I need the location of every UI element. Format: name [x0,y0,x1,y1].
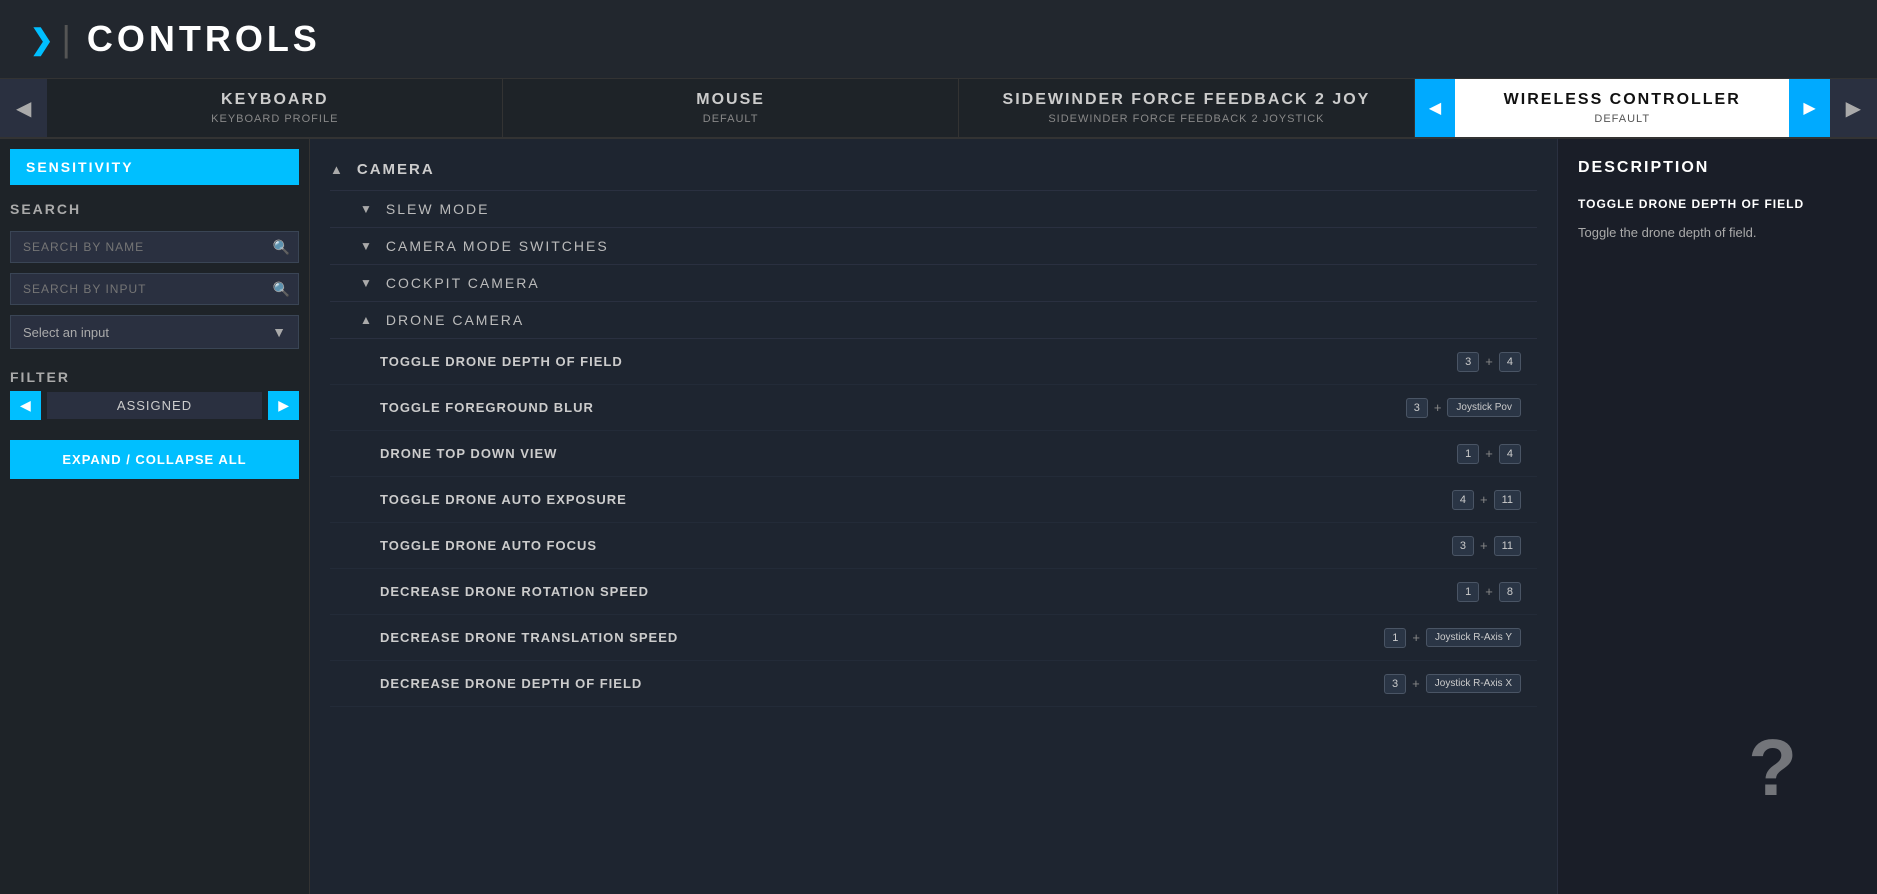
filter-prev-button[interactable]: ◀ [10,391,41,420]
key-badge-8: 8 [1499,582,1521,602]
binding-decrease-drone-dof: 3 + Joystick R-Axis X [1384,674,1521,694]
filter-nav: ◀ ASSIGNED ▶ [10,391,299,420]
tab-sidewinder[interactable]: SIDEWINDER FORCE FEEDBACK 2 JOY SIDEWIND… [959,79,1415,137]
plus-sign-3: + [1485,446,1493,461]
control-toggle-drone-auto-exposure[interactable]: TOGGLE DRONE AUTO EXPOSURE 4 + 11 [330,477,1537,523]
key-badge-3: 3 [1457,352,1479,372]
key-badge-joystick-pov: Joystick Pov [1447,398,1521,417]
binding-drone-auto-focus: 3 + 11 [1452,536,1521,556]
category-camera[interactable]: ▲ CAMERA [330,149,1537,191]
center-panel: ▲ CAMERA ▼ SLEW MODE ▼ CAMERA MODE SWITC… [310,139,1557,894]
description-text: Toggle the drone depth of field. [1578,223,1857,243]
key-badge-4c: 4 [1452,490,1474,510]
key-badge-joystick-r-axis-y: Joystick R-Axis Y [1426,628,1521,647]
search-by-input-row: 🔍 [10,273,299,305]
search-by-input-input[interactable] [19,274,273,304]
main-content: SENSITIVITY SEARCH 🔍 🔍 Select an input ▼… [0,139,1877,894]
binding-toggle-foreground-blur: 3 + Joystick Pov [1406,398,1521,418]
plus-sign-5: + [1480,538,1488,553]
filter-next-button[interactable]: ▶ [268,391,299,420]
slew-label: SLEW MODE [386,201,490,217]
control-toggle-foreground-blur[interactable]: TOGGLE FOREGROUND BLUR 3 + Joystick Pov [330,385,1537,431]
plus-sign-4: + [1480,492,1488,507]
description-action-name: TOGGLE DRONE DEPTH OF FIELD [1578,197,1857,211]
slew-toggle-icon: ▼ [360,202,372,216]
question-mark-icon: ? [1748,722,1797,814]
sidebar: SENSITIVITY SEARCH 🔍 🔍 Select an input ▼… [0,139,310,894]
control-decrease-drone-translation[interactable]: DECREASE DRONE TRANSLATION SPEED 1 + Joy… [330,615,1537,661]
cockpit-toggle-icon: ▼ [360,276,372,290]
plus-sign-2: + [1434,400,1442,415]
description-title: DESCRIPTION [1578,159,1857,177]
key-badge-3c: 3 [1452,536,1474,556]
key-badge-4: 4 [1499,352,1521,372]
page-title: CONTROLS [87,18,321,60]
tab-next-button[interactable]: ▶ [1830,79,1877,137]
search-section-label: SEARCH [10,201,299,217]
control-decrease-drone-rotation[interactable]: DECREASE DRONE ROTATION SPEED 1 + 8 [330,569,1537,615]
binding-drone-auto-exposure: 4 + 11 [1452,490,1521,510]
search-by-name-row: 🔍 [10,231,299,263]
key-badge-1c: 1 [1384,628,1406,648]
key-badge-3b: 3 [1406,398,1428,418]
key-badge-11b: 11 [1494,536,1521,556]
drone-toggle-icon: ▲ [360,313,372,327]
search-by-input-icon[interactable]: 🔍 [273,281,290,298]
select-input-arrow-icon: ▼ [272,324,286,340]
tab-wireless-prev-button[interactable]: ◀ [1415,79,1455,137]
tab-wireless[interactable]: WIRELESS CONTROLLER DEFAULT [1455,79,1789,137]
key-badge-11: 11 [1494,490,1521,510]
header-chevron-icon: ❯ [30,23,53,56]
subcategory-drone-camera[interactable]: ▲ DRONE CAMERA [330,302,1537,339]
plus-sign-6: + [1485,584,1493,599]
binding-decrease-drone-rotation: 1 + 8 [1457,582,1521,602]
plus-sign: + [1485,354,1493,369]
filter-section: FILTER ◀ ASSIGNED ▶ [10,363,299,420]
camera-label: CAMERA [357,161,435,178]
control-drone-top-down[interactable]: DRONE TOP DOWN VIEW 1 + 4 [330,431,1537,477]
select-input-label: Select an input [23,325,109,340]
tab-bar: ◀ KEYBOARD KEYBOARD PROFILE MOUSE DEFAUL… [0,79,1877,139]
plus-sign-8: + [1412,676,1420,691]
search-by-name-input[interactable] [19,232,273,262]
key-badge-3d: 3 [1384,674,1406,694]
header-divider: | [61,18,70,60]
select-input-dropdown[interactable]: Select an input ▼ [10,315,299,349]
tab-prev-button[interactable]: ◀ [0,79,47,137]
binding-drone-top-down: 1 + 4 [1457,444,1521,464]
camera-mode-toggle-icon: ▼ [360,239,372,253]
key-badge-4b: 4 [1499,444,1521,464]
subcategory-slew-mode[interactable]: ▼ SLEW MODE [330,191,1537,228]
sensitivity-button[interactable]: SENSITIVITY [10,149,299,185]
drone-label: DRONE CAMERA [386,312,524,328]
tab-wireless-container: ◀ WIRELESS CONTROLLER DEFAULT ▶ [1415,79,1830,137]
filter-section-label: FILTER [10,369,299,385]
controls-list: ▲ CAMERA ▼ SLEW MODE ▼ CAMERA MODE SWITC… [310,139,1557,717]
subcategory-cockpit-camera[interactable]: ▼ COCKPIT CAMERA [330,265,1537,302]
subcategory-camera-mode-switches[interactable]: ▼ CAMERA MODE SWITCHES [330,228,1537,265]
key-badge-joystick-r-axis-x: Joystick R-Axis X [1426,674,1521,693]
search-by-name-icon[interactable]: 🔍 [273,239,290,256]
key-badge-1: 1 [1457,444,1479,464]
description-panel: DESCRIPTION TOGGLE DRONE DEPTH OF FIELD … [1557,139,1877,894]
cockpit-label: COCKPIT CAMERA [386,275,540,291]
tab-wireless-next-button[interactable]: ▶ [1789,79,1829,137]
camera-toggle-icon: ▲ [330,162,343,177]
tab-keyboard[interactable]: KEYBOARD KEYBOARD PROFILE [47,79,503,137]
control-decrease-drone-dof[interactable]: DECREASE DRONE DEPTH OF FIELD 3 + Joysti… [330,661,1537,707]
key-badge-1b: 1 [1457,582,1479,602]
binding-decrease-drone-translation: 1 + Joystick R-Axis Y [1384,628,1521,648]
control-toggle-drone-auto-focus[interactable]: TOGGLE DRONE AUTO FOCUS 3 + 11 [330,523,1537,569]
expand-collapse-button[interactable]: EXPAND / COLLAPSE ALL [10,440,299,479]
control-toggle-drone-dof[interactable]: TOGGLE DRONE DEPTH OF FIELD 3 + 4 [330,339,1537,385]
plus-sign-7: + [1412,630,1420,645]
filter-value-label: ASSIGNED [47,392,262,419]
camera-mode-label: CAMERA MODE SWITCHES [386,238,609,254]
binding-toggle-drone-dof: 3 + 4 [1457,352,1521,372]
tab-mouse[interactable]: MOUSE DEFAULT [503,79,959,137]
